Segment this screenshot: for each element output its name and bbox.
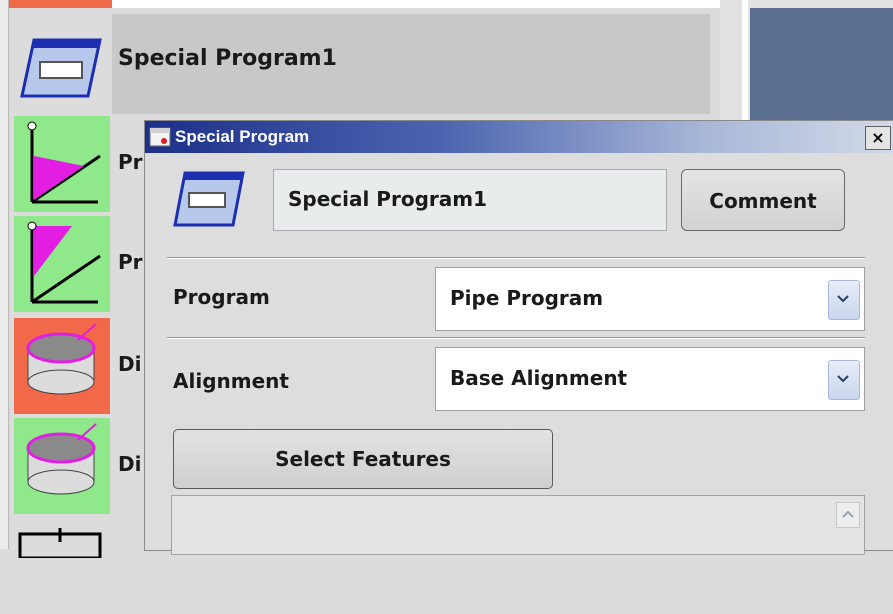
- plane-axes-icon[interactable]: [14, 216, 110, 312]
- special-program-icon[interactable]: [14, 16, 110, 112]
- tree-item-label[interactable]: Di: [118, 452, 141, 476]
- dialog-title: Special Program: [175, 127, 310, 146]
- alignment-dropdown-value: Base Alignment: [450, 366, 628, 390]
- chevron-down-icon[interactable]: [828, 280, 860, 320]
- window-icon: [149, 127, 171, 147]
- cylinder-icon[interactable]: [14, 318, 110, 414]
- divider: [167, 257, 865, 259]
- dialog-titlebar[interactable]: Special Program ×: [145, 121, 893, 153]
- cylinder-icon[interactable]: [14, 418, 110, 514]
- special-program-icon: [171, 167, 247, 231]
- program-name-field[interactable]: Special Program1: [273, 169, 667, 231]
- tree-item-label[interactable]: Special Program1: [118, 46, 337, 71]
- program-dropdown[interactable]: Pipe Program: [435, 267, 865, 331]
- select-features-button[interactable]: Select Features: [173, 429, 553, 489]
- tree-top-partial-item: [8, 0, 112, 8]
- alignment-dropdown[interactable]: Base Alignment: [435, 347, 865, 411]
- tree-item-label[interactable]: Pr: [118, 150, 143, 174]
- divider: [167, 337, 865, 339]
- chevron-down-icon[interactable]: [828, 360, 860, 400]
- special-program-dialog: Special Program × Special Program1 Comme…: [144, 120, 893, 555]
- tree-left-margin: [0, 0, 9, 549]
- tree-item-label[interactable]: Di: [118, 352, 141, 376]
- program-label: Program: [173, 285, 270, 309]
- tree-item-label[interactable]: Pr: [118, 250, 143, 274]
- close-button[interactable]: ×: [865, 126, 891, 150]
- datum-icon[interactable]: [14, 518, 110, 614]
- feature-list-box[interactable]: [171, 495, 865, 555]
- scroll-up-icon[interactable]: [836, 502, 860, 528]
- plane-axes-icon[interactable]: [14, 116, 110, 212]
- alignment-label: Alignment: [173, 369, 289, 393]
- program-dropdown-value: Pipe Program: [450, 286, 604, 310]
- comment-button[interactable]: Comment: [681, 169, 845, 231]
